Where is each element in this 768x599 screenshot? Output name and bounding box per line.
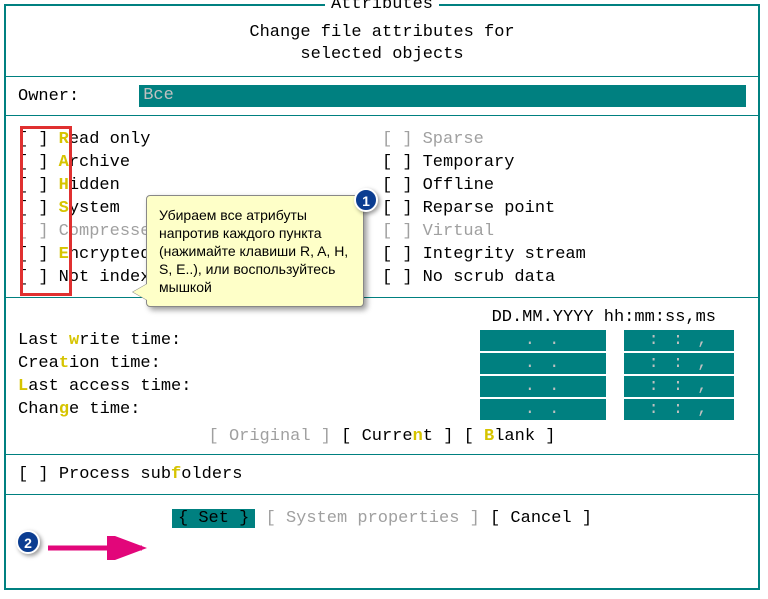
attr-temporary[interactable]: [ ]Temporary bbox=[382, 151, 746, 174]
attr-sparse: [ ]Sparse bbox=[382, 128, 746, 151]
time-write: Last write time: . . : : , bbox=[18, 329, 746, 352]
arrow-icon bbox=[46, 536, 156, 560]
dialog-subtitle: Change file attributes for selected obje… bbox=[6, 22, 758, 66]
creation-date-field[interactable]: . . bbox=[480, 353, 606, 374]
subfolders-section: [ ] Process subfolders bbox=[6, 454, 758, 495]
attrs-right-col: [ ]Sparse [ ]Temporary [ ]Offline [ ]Rep… bbox=[382, 128, 746, 289]
write-time-field[interactable]: : : , bbox=[624, 330, 734, 351]
actions-section: { Set } [ System properties ] [ Cancel ] bbox=[6, 495, 758, 542]
original-button: [ Original ] bbox=[209, 427, 331, 446]
access-date-field[interactable]: . . bbox=[480, 376, 606, 397]
current-button[interactable]: [ Current ] bbox=[341, 427, 453, 446]
attr-archive[interactable]: [ ]Archive bbox=[18, 151, 382, 174]
write-date-field[interactable]: . . bbox=[480, 330, 606, 351]
set-button[interactable]: { Set } bbox=[172, 509, 255, 528]
time-access: Last access time: . . : : , bbox=[18, 375, 746, 398]
attributes-section: [ ]Read only [ ]Archive [ ]Hidden [ ]Sys… bbox=[6, 116, 758, 297]
attr-hidden[interactable]: [ ]Hidden bbox=[18, 174, 382, 197]
attributes-dialog: Attributes Change file attributes for se… bbox=[4, 4, 760, 590]
attr-reparse[interactable]: [ ]Reparse point bbox=[382, 197, 746, 220]
step-badge-1: 1 bbox=[354, 188, 378, 212]
process-subfolders-checkbox[interactable]: [ ] Process subfolders bbox=[18, 465, 242, 484]
attr-virtual: [ ]Virtual bbox=[382, 220, 746, 243]
blank-button[interactable]: [ Blank ] bbox=[464, 427, 556, 446]
system-properties-button: [ System properties ] bbox=[266, 509, 480, 528]
annotation-tooltip: Убираем все атрибуты напротив каждого пу… bbox=[146, 195, 364, 307]
access-time-field[interactable]: : : , bbox=[624, 376, 734, 397]
attr-noscrub[interactable]: [ ]No scrub data bbox=[382, 266, 746, 289]
creation-time-field[interactable]: : : , bbox=[624, 353, 734, 374]
attr-offline[interactable]: [ ]Offline bbox=[382, 174, 746, 197]
change-time-field[interactable]: : : , bbox=[624, 399, 734, 420]
change-date-field[interactable]: . . bbox=[480, 399, 606, 420]
time-creation: Creation time: . . : : , bbox=[18, 352, 746, 375]
times-section: DD.MM.YYYY hh:mm:ss,ms Last write time: … bbox=[6, 297, 758, 454]
dialog-title: Attributes bbox=[6, 0, 758, 14]
owner-field[interactable]: Все bbox=[139, 85, 746, 107]
owner-label: Owner: bbox=[18, 87, 79, 106]
time-change: Change time: . . : : , bbox=[18, 398, 746, 421]
step-badge-2: 2 bbox=[16, 530, 40, 554]
owner-section: Owner: Все bbox=[6, 76, 758, 116]
time-header: DD.MM.YYYY hh:mm:ss,ms bbox=[18, 308, 746, 327]
attr-readonly[interactable]: [ ]Read only bbox=[18, 128, 382, 151]
attr-integrity[interactable]: [ ]Integrity stream bbox=[382, 243, 746, 266]
cancel-button[interactable]: [ Cancel ] bbox=[490, 509, 592, 528]
